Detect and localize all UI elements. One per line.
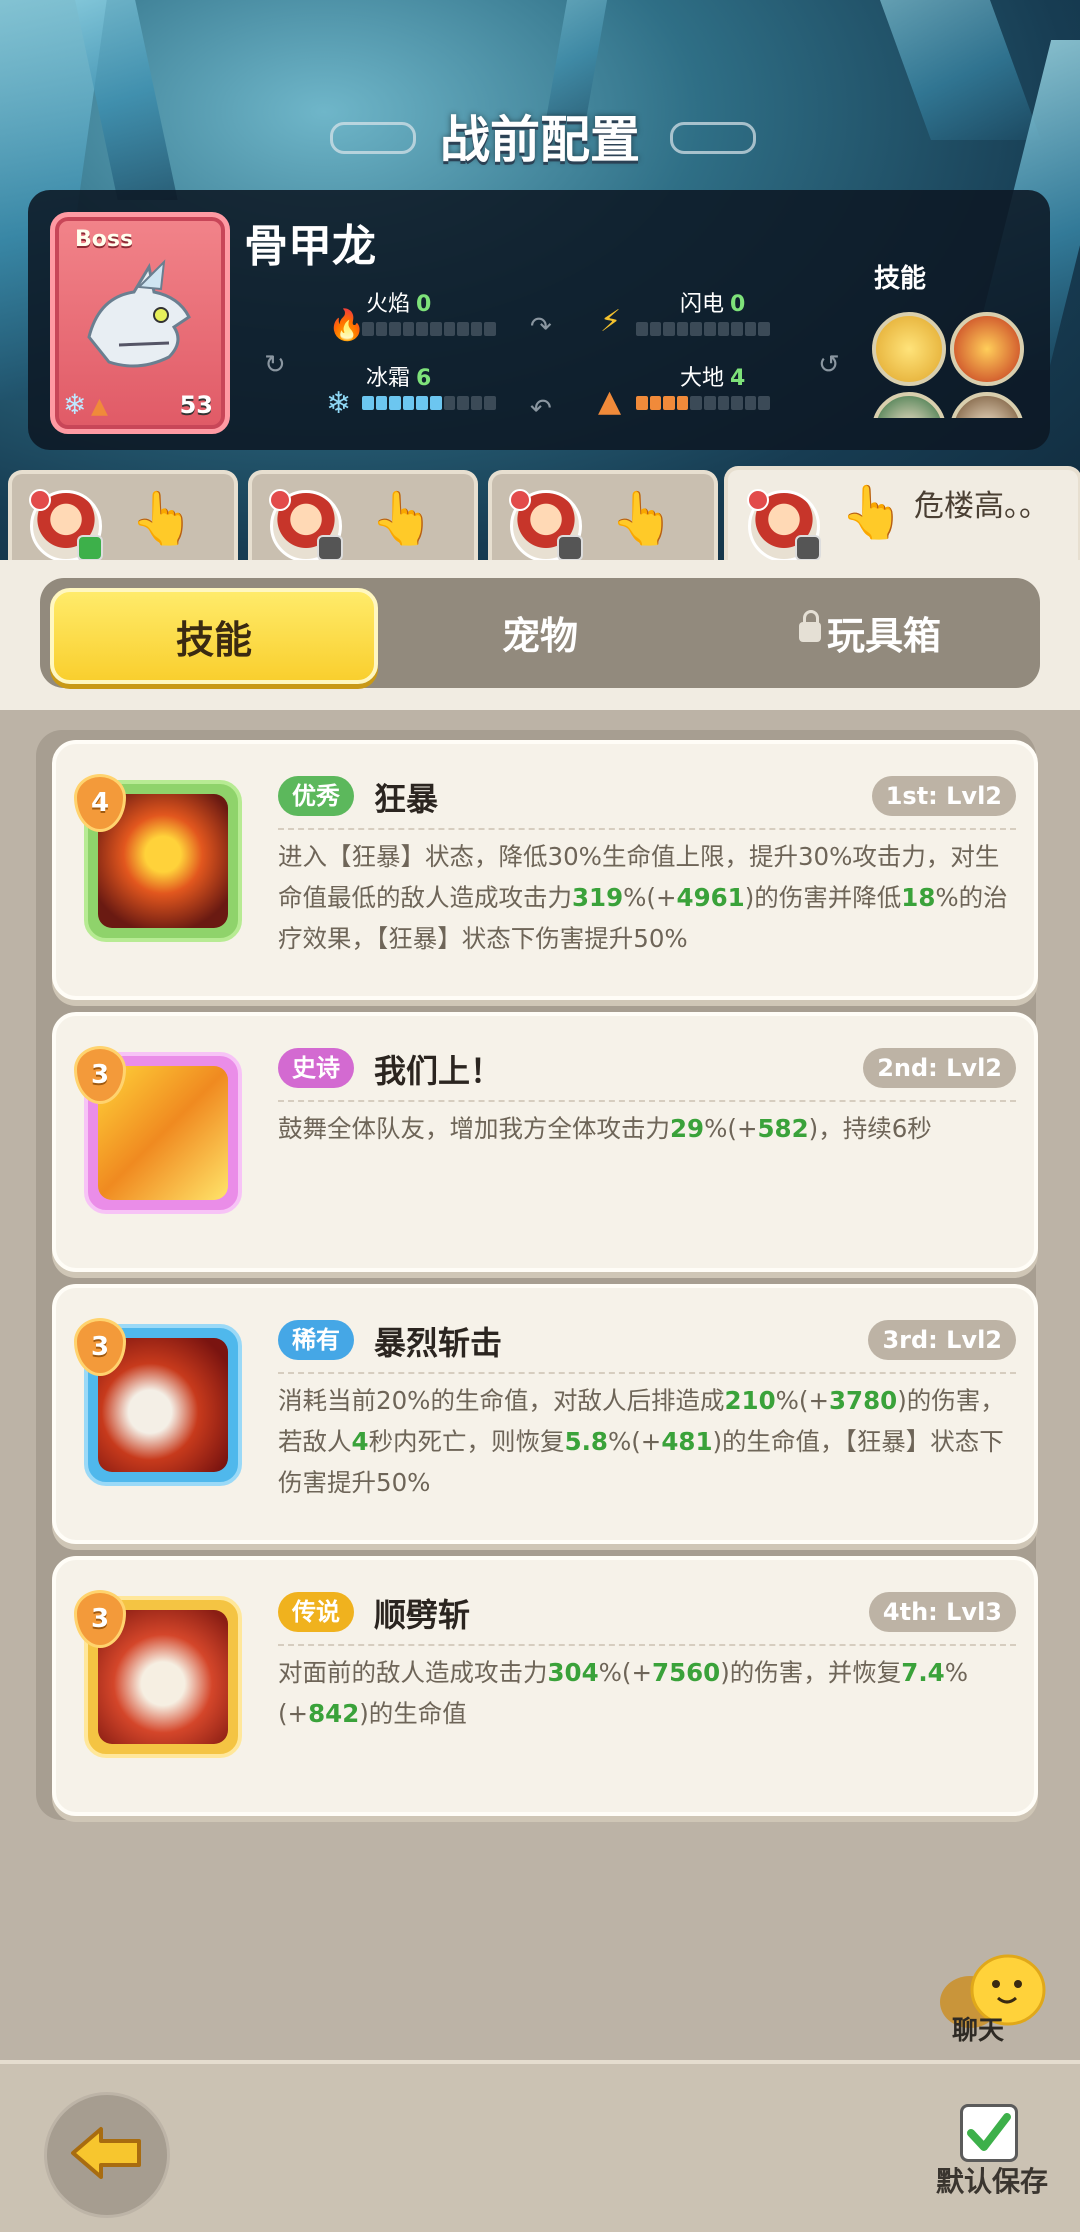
stat-frost: 冰霜 6 [366, 366, 432, 391]
boss-skill-icon[interactable] [950, 392, 1024, 418]
back-arrow-icon [71, 2127, 141, 2179]
skill-description: 进入【狂暴】状态，降低30%生命值上限，提升30%攻击力，对生命值最低的敌人造成… [278, 842, 1008, 953]
rarity-badge: 史诗 [278, 1048, 354, 1088]
boss-skills-label: 技能 [874, 264, 927, 294]
remove-icon [269, 489, 291, 511]
ice-element-icon: ❄ [63, 388, 87, 421]
frost-icon: ❄ [326, 386, 352, 421]
fire-bar [362, 322, 496, 336]
team-name: 危楼高。。 [914, 489, 1049, 524]
skill-rank: 1st: Lvl2 [871, 776, 1016, 816]
lightning-bar [636, 322, 770, 336]
divider [278, 1644, 1016, 1646]
pointing-hand-icon: 👆 [130, 489, 195, 549]
hero-badge-icon [557, 535, 583, 561]
team-slot-tab[interactable]: 👆 [8, 470, 238, 566]
cycle-arrow-icon: ↻ [264, 350, 286, 380]
dragon-icon [87, 259, 191, 368]
hero-avatar [509, 489, 583, 562]
skill-name: 暴烈斩击 [374, 1324, 503, 1362]
divider [278, 828, 1016, 830]
cycle-arrow-icon: ↺ [818, 350, 840, 380]
skill-rank: 2nd: Lvl2 [863, 1048, 1016, 1088]
tab-toybox[interactable]: 玩具箱 [710, 588, 1030, 676]
rarity-badge: 优秀 [278, 776, 354, 816]
rarity-badge: 稀有 [278, 1320, 354, 1360]
skill-description: 消耗当前20%的生命值，对敌人后排造成210%(+3780)的伤害，若敌人4秒内… [278, 1386, 1005, 1497]
page-title: 战前配置 [440, 111, 640, 169]
boss-tag: Boss [75, 227, 134, 252]
pointing-hand-icon: 👆 [840, 483, 905, 543]
team-slot-tab[interactable]: 👆 [488, 470, 718, 566]
checkmark-icon [967, 2113, 1011, 2151]
remove-icon [747, 489, 769, 511]
rarity-badge: 传说 [278, 1592, 354, 1632]
category-segmented-control: 技能 宠物 玩具箱 [40, 578, 1040, 688]
divider [278, 1100, 1016, 1102]
stat-lightning: 闪电 0 [680, 292, 746, 317]
team-slot-tab[interactable]: 👆 [248, 470, 478, 566]
default-save-checkbox[interactable] [960, 2104, 1018, 2162]
skill-description: 鼓舞全体队友，增加我方全体攻击力29%(+582)，持续6秒 [278, 1114, 932, 1143]
stat-earth: 大地 4 [680, 366, 746, 391]
back-button[interactable] [44, 2092, 170, 2218]
boss-name: 骨甲龙 [244, 221, 376, 272]
boss-level: 53 [179, 391, 213, 419]
boss-skill-icon[interactable] [872, 392, 946, 418]
hero-badge-icon [795, 535, 821, 561]
boss-portrait[interactable]: Boss ❄ ▲ 53 [50, 212, 230, 434]
skill-name: 我们上！ [374, 1052, 503, 1090]
skill-description: 对面前的敌人造成攻击力304%(+7560)的伤害，并恢复7.4%(+842)的… [278, 1658, 968, 1728]
skill-rank: 4th: Lvl3 [868, 1592, 1016, 1632]
skill-rank: 3rd: Lvl2 [868, 1320, 1016, 1360]
skill-card[interactable]: 3 传说 顺劈斩 4th: Lvl3 对面前的敌人造成攻击力304%(+7560… [52, 1556, 1038, 1816]
earth-icon: ▲ [598, 384, 622, 419]
hero-avatar [29, 489, 103, 562]
remove-icon [509, 489, 531, 511]
skill-name: 顺劈斩 [374, 1596, 471, 1634]
hero-avatar [747, 489, 821, 562]
boss-skill-icon[interactable] [872, 312, 946, 386]
pointing-hand-icon: 👆 [610, 489, 675, 549]
skill-card[interactable]: 3 稀有 暴烈斩击 3rd: Lvl2 消耗当前20%的生命值，对敌人后排造成2… [52, 1284, 1038, 1544]
earth-element-icon: ▲ [91, 394, 108, 419]
team-slot-tab-active[interactable]: 👆 危楼高。。 [724, 466, 1080, 570]
default-save-label[interactable]: 默认保存 [936, 2160, 1048, 2200]
hero-badge-icon [317, 535, 343, 561]
skill-card[interactable]: 4 优秀 狂暴 1st: Lvl2 进入【狂暴】状态，降低30%生命值上限，提升… [52, 740, 1038, 1000]
pointing-hand-icon: 👆 [370, 489, 435, 549]
tab-skills[interactable]: 技能 [50, 588, 378, 684]
fire-icon: 🔥 [328, 308, 366, 343]
divider [278, 1372, 1016, 1374]
cycle-arrow-icon: ↷ [530, 312, 552, 342]
lightning-icon: ⚡ [600, 304, 622, 339]
remove-icon [29, 489, 51, 511]
skill-card[interactable]: 3 史诗 我们上！ 2nd: Lvl2 鼓舞全体队友，增加我方全体攻击力29%(… [52, 1012, 1038, 1272]
lock-icon [798, 610, 821, 642]
earth-bar [636, 396, 770, 410]
frost-bar [362, 396, 496, 410]
chat-label[interactable]: 聊天 [952, 2010, 1004, 2047]
cycle-arrow-icon: ↶ [530, 394, 552, 424]
stat-fire: 火焰 0 [366, 292, 432, 317]
skill-name: 狂暴 [374, 780, 439, 818]
tab-pets[interactable]: 宠物 [380, 588, 700, 676]
hero-badge-icon [77, 535, 103, 561]
boss-skill-icon[interactable] [950, 312, 1024, 386]
hero-avatar [269, 489, 343, 562]
